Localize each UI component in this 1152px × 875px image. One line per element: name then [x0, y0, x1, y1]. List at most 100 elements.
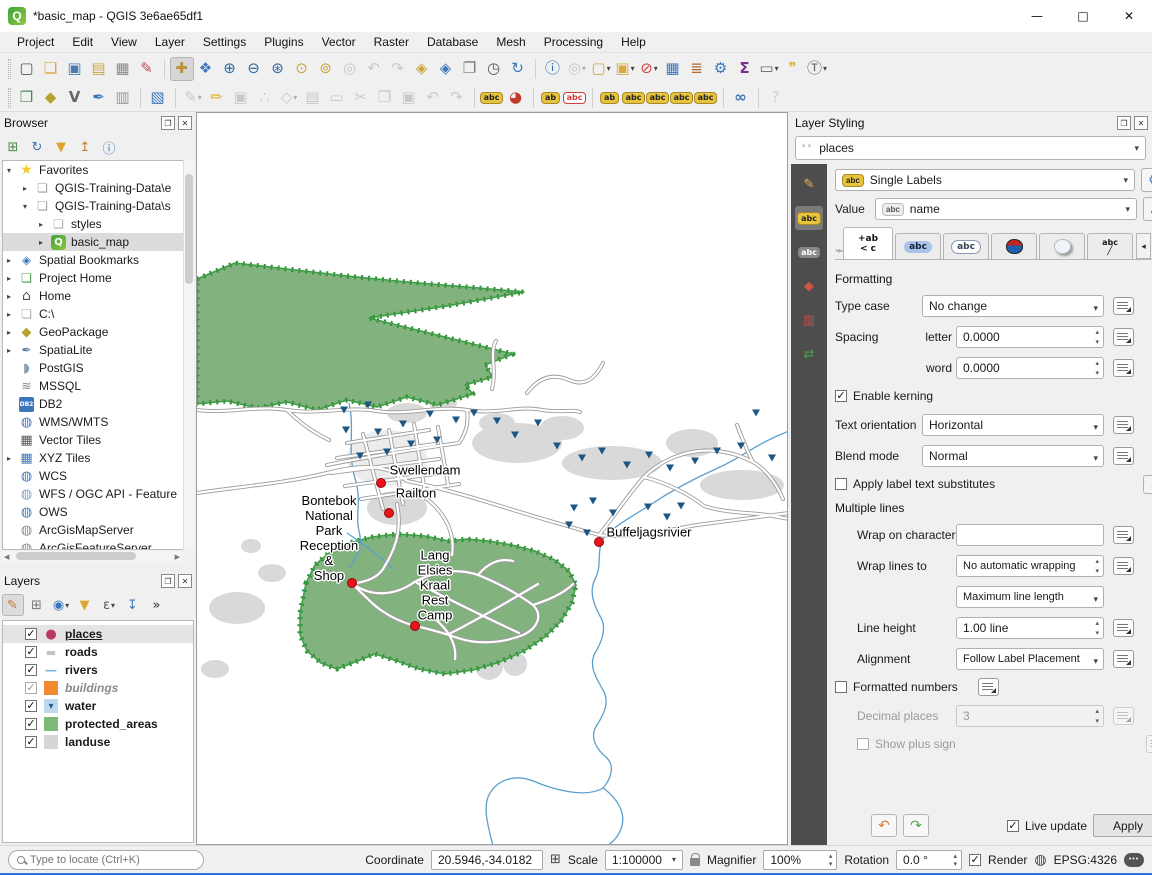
- new-virtual-layer-icon[interactable]: ▥: [111, 86, 135, 110]
- select-features-icon[interactable]: ▢▾: [589, 57, 613, 81]
- tree-item[interactable]: OWS: [3, 503, 193, 521]
- menu-item[interactable]: Layer: [146, 33, 194, 51]
- crs-status[interactable]: EPSG:4326: [1054, 853, 1117, 867]
- data-defined-override-button[interactable]: [1113, 359, 1134, 377]
- help-icon[interactable]: ?: [764, 86, 788, 110]
- menu-item[interactable]: Settings: [194, 33, 255, 51]
- map-canvas[interactable]: SwellendamRailtonBontebok National Park …: [196, 112, 788, 845]
- browser-hscrollbar[interactable]: ◀▶: [2, 551, 182, 562]
- expander-icon[interactable]: ▸: [39, 220, 51, 229]
- show-bookmarks-icon[interactable]: ◈: [434, 57, 458, 81]
- data-defined-override-button[interactable]: [1113, 557, 1134, 575]
- expander-icon[interactable]: ▸: [7, 310, 19, 319]
- tree-item[interactable]: ▸ SpatiaLite: [3, 341, 193, 359]
- modify-attributes-icon[interactable]: ▤: [301, 86, 325, 110]
- filter-browser-icon[interactable]: ▼: [50, 136, 72, 158]
- styling-close-icon[interactable]: ✕: [1134, 116, 1148, 130]
- menu-item[interactable]: Plugins: [255, 33, 312, 51]
- open-project-icon[interactable]: ❏: [39, 57, 63, 81]
- layer-visibility-checkbox[interactable]: ✓: [25, 682, 37, 694]
- run-feature-action-icon[interactable]: ◎▾: [565, 57, 589, 81]
- rotate-label-icon[interactable]: abc: [670, 86, 694, 110]
- magnifier-input[interactable]: 100%: [763, 850, 837, 870]
- layer-row[interactable]: ✓ roads: [3, 643, 193, 661]
- messages-icon[interactable]: •••: [1124, 853, 1144, 867]
- data-defined-override-button[interactable]: [1113, 619, 1134, 637]
- expander-icon[interactable]: ▸: [7, 454, 19, 463]
- new-geopackage-layer-icon[interactable]: ◆: [39, 86, 63, 110]
- layer-visibility-checkbox[interactable]: ✓: [25, 628, 37, 640]
- collapse-all-icon[interactable]: ↥: [74, 136, 96, 158]
- menu-item[interactable]: Mesh: [487, 33, 534, 51]
- browser-vscrollbar[interactable]: [183, 160, 194, 550]
- labels-tab-icon[interactable]: abc: [795, 206, 823, 230]
- tree-item[interactable]: WFS / OGC API - Feature: [3, 485, 193, 503]
- new-spatialite-layer-icon[interactable]: ✒: [87, 86, 111, 110]
- word-spacing-input[interactable]: 0.0000: [956, 357, 1104, 379]
- zoom-to-selection-icon[interactable]: ⊙: [290, 57, 314, 81]
- formatted-numbers-checkbox[interactable]: [835, 681, 847, 693]
- refresh-browser-icon[interactable]: ↻: [26, 136, 48, 158]
- undo-icon[interactable]: ↶: [421, 86, 445, 110]
- masks-tab-icon[interactable]: abc: [795, 240, 823, 264]
- paste-features-icon[interactable]: ▣: [397, 86, 421, 110]
- tab-shadow[interactable]: [1039, 233, 1085, 259]
- browser-close-icon[interactable]: ✕: [178, 116, 192, 130]
- field-calculator-icon[interactable]: ≣: [685, 57, 709, 81]
- tree-item[interactable]: ▸ XYZ Tiles: [3, 449, 193, 467]
- extents-toggle-icon[interactable]: ⊞: [550, 852, 561, 867]
- tabs-scroll-left-icon[interactable]: ◂: [1136, 233, 1151, 259]
- layer-labeling-options-icon[interactable]: abc: [480, 86, 504, 110]
- data-source-manager-icon[interactable]: ❒: [15, 86, 39, 110]
- save-project-icon[interactable]: ▣: [63, 57, 87, 81]
- styling-layer-select[interactable]: °° places ▾: [795, 136, 1146, 160]
- alignment-select[interactable]: Follow Label Placement▾: [956, 648, 1104, 670]
- layer-row[interactable]: ✓ buildings: [3, 679, 193, 697]
- new-shapefile-layer-icon[interactable]: V: [63, 86, 87, 110]
- coordinate-input[interactable]: 20.5946,-34.0182: [431, 850, 543, 870]
- tab-text[interactable]: +ab < c: [843, 227, 893, 259]
- pan-map-icon[interactable]: ✚: [170, 57, 194, 81]
- menu-item[interactable]: Help: [612, 33, 655, 51]
- delete-selected-icon[interactable]: ▭: [325, 86, 349, 110]
- zoom-last-icon[interactable]: ↶: [362, 57, 386, 81]
- tree-item[interactable]: WMS/WMTS: [3, 413, 193, 431]
- tree-item[interactable]: ArcGisFeatureServer: [3, 539, 193, 550]
- blend-mode-select[interactable]: Normal▾: [922, 445, 1104, 467]
- expander-icon[interactable]: ▸: [39, 238, 51, 247]
- menu-item[interactable]: Raster: [365, 33, 418, 51]
- expander-icon[interactable]: ▾: [23, 202, 35, 211]
- substitutes-more-button[interactable]: ...: [1143, 475, 1152, 494]
- layer-row[interactable]: ✓ protected_areas: [3, 715, 193, 733]
- expander-icon[interactable]: ▸: [7, 292, 19, 301]
- scale-select[interactable]: 1:100000▾: [605, 850, 683, 870]
- vertex-tool-icon[interactable]: ◇▾: [277, 86, 301, 110]
- data-defined-override-button[interactable]: [978, 678, 999, 696]
- menu-item[interactable]: Processing: [535, 33, 612, 51]
- layer-row[interactable]: ✓ rivers: [3, 661, 193, 679]
- tree-item[interactable]: ▸ basic_map: [3, 233, 193, 251]
- current-edits-icon[interactable]: ✎▾: [181, 86, 205, 110]
- expander-icon[interactable]: ▸: [7, 346, 19, 355]
- layer-row[interactable]: ✓ water: [3, 697, 193, 715]
- data-defined-override-button[interactable]: [1113, 328, 1134, 346]
- layer-row[interactable]: ✓ places: [3, 625, 193, 643]
- data-defined-override-button[interactable]: [1113, 447, 1134, 465]
- new-print-layout-icon[interactable]: ▤: [87, 57, 111, 81]
- refresh-map-icon[interactable]: ↻: [506, 57, 530, 81]
- toggle-editing-icon[interactable]: ✏: [205, 86, 229, 110]
- measure-icon[interactable]: ▭▾: [757, 57, 781, 81]
- diagrams-tab-icon[interactable]: ▥: [795, 308, 823, 332]
- save-layer-edits-icon[interactable]: ▣: [229, 86, 253, 110]
- zoom-next-icon[interactable]: ↷: [386, 57, 410, 81]
- highlight-pinned-labels-icon[interactable]: abc: [563, 86, 587, 110]
- tree-item[interactable]: MSSQL: [3, 377, 193, 395]
- data-defined-override-button[interactable]: [1113, 526, 1134, 544]
- zoom-full-icon[interactable]: ⊛: [266, 57, 290, 81]
- cut-features-icon[interactable]: ✂: [349, 86, 373, 110]
- text-orientation-select[interactable]: Horizontal▾: [922, 414, 1104, 436]
- show-hide-labels-icon[interactable]: abc: [622, 86, 646, 110]
- add-point-feature-icon[interactable]: ∴: [253, 86, 277, 110]
- expander-icon[interactable]: ▸: [7, 256, 19, 265]
- tree-item[interactable]: ▾ QGIS-Training-Data\s: [3, 197, 193, 215]
